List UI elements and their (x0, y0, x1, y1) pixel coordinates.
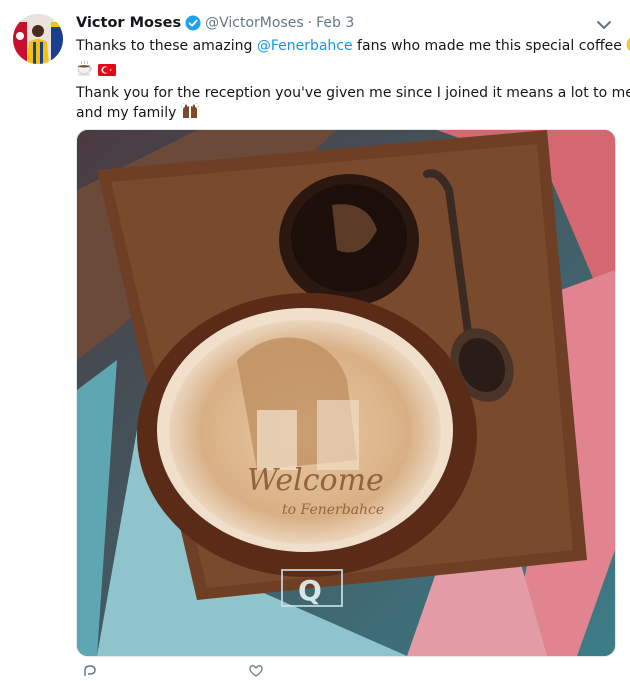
grinning-face-icon (626, 36, 630, 59)
tweet-line-4: and my family (76, 102, 611, 126)
turkey-flag-icon (98, 63, 117, 83)
tweet-photo[interactable]: Welcome to Fenerbahce Q (76, 129, 616, 657)
text-segment: Thanks to these amazing (76, 38, 257, 54)
tweet-card[interactable]: Victor Moses @VictorMoses · Feb 3 Thanks… (0, 0, 630, 677)
tweet-line-2 (76, 59, 611, 83)
tweet-date[interactable]: Feb 3 (316, 15, 354, 31)
separator-dot: · (307, 15, 313, 31)
tray-logo-letter: Q (298, 574, 322, 607)
verified-badge-icon (185, 15, 201, 31)
tweet-line-3: Thank you for the reception you've given… (76, 85, 630, 101)
hot-beverage-icon (76, 59, 94, 83)
avatar[interactable] (13, 14, 63, 64)
reply-icon[interactable] (82, 662, 98, 681)
tweet-line-1: Thanks to these amazing @Fenerbahce fans… (76, 36, 630, 59)
chevron-down-icon[interactable] (596, 16, 612, 29)
tweet-header: Victor Moses @VictorMoses · Feb 3 (76, 12, 354, 34)
display-name[interactable]: Victor Moses (76, 15, 181, 31)
text-segment: and my family (76, 105, 177, 121)
tweet-text: Thanks to these amazing @Fenerbahce fans… (76, 36, 630, 126)
user-handle[interactable]: @VictorMoses (205, 15, 304, 31)
latte-text-fenerbahce: to Fenerbahce (282, 502, 384, 518)
mention-link[interactable]: @Fenerbahce (257, 38, 353, 54)
latte-text-welcome: Welcome (247, 463, 384, 498)
like-icon[interactable] (248, 662, 264, 681)
raised-hands-icon (180, 102, 200, 126)
tweet-actions (76, 662, 616, 677)
text-segment: fans who made me this special coffee (352, 38, 622, 54)
